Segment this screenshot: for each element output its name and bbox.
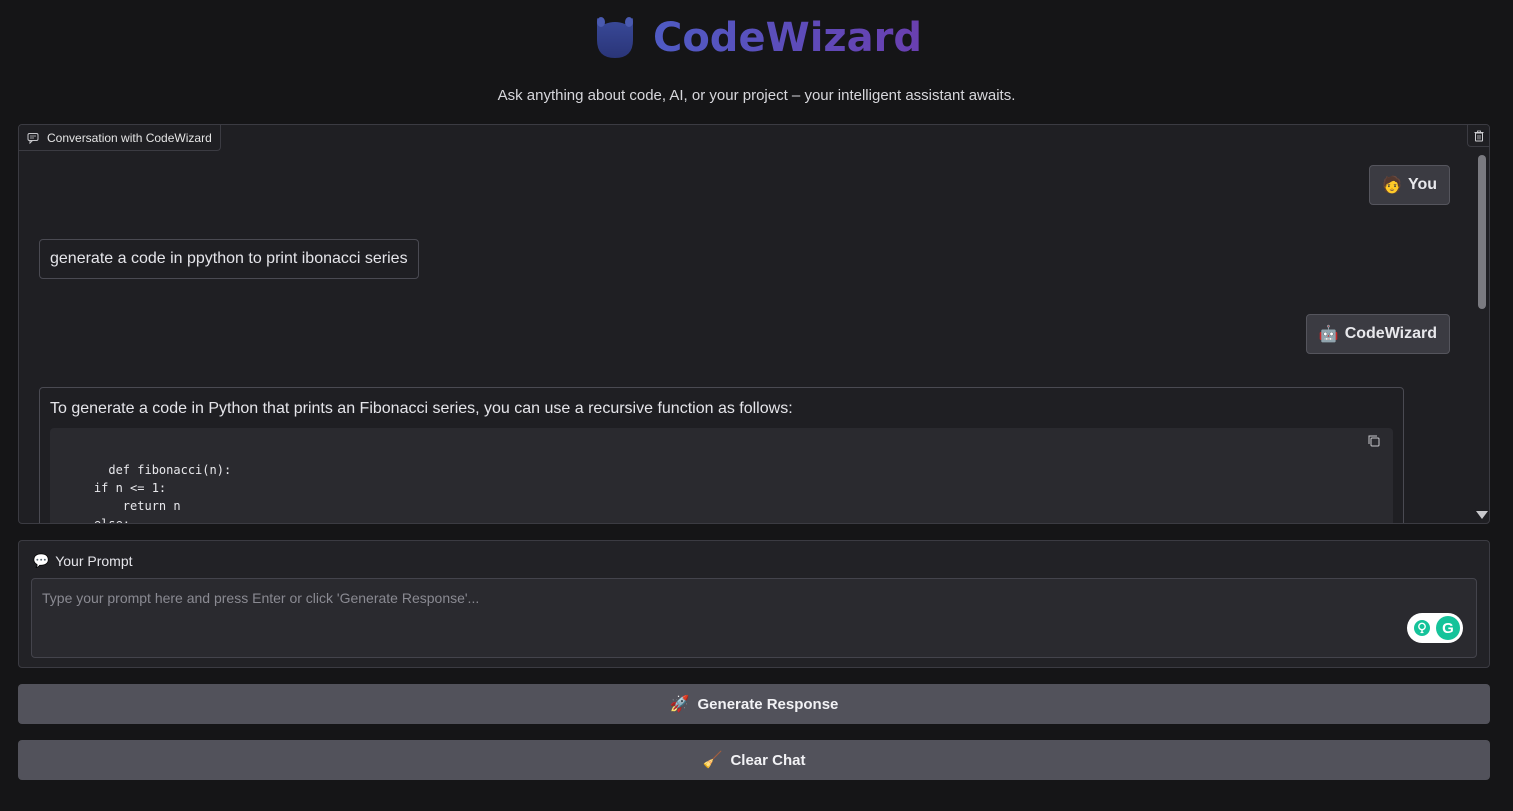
lightbulb-icon[interactable]	[1410, 616, 1434, 640]
grammarly-widget[interactable]: G	[1407, 613, 1463, 643]
user-avatar-icon: 🧑	[1382, 177, 1402, 194]
clear-chat-button[interactable]: 🧹 Clear Chat	[18, 740, 1490, 780]
chat-label-text: Conversation with CodeWizard	[47, 130, 212, 145]
header: CodeWizard Ask anything about code, AI, …	[0, 0, 1513, 120]
chat-label: Conversation with CodeWizard	[19, 125, 221, 151]
rocket-icon: 🚀	[669, 696, 690, 713]
app-subtitle: Ask anything about code, AI, or your pro…	[497, 87, 1016, 104]
code-block: def fibonacci(n): if n <= 1: return n el…	[50, 428, 1393, 524]
bot-message: To generate a code in Python that prints…	[39, 387, 1404, 524]
user-message-text: generate a code in ppython to print ibon…	[50, 250, 408, 267]
user-message: generate a code in ppython to print ibon…	[39, 239, 419, 279]
prompt-panel: 💬 Your Prompt G	[18, 540, 1490, 668]
logo-row: CodeWizard	[0, 14, 1513, 62]
speech-bubble-icon: 💬	[33, 553, 50, 568]
grammarly-icon[interactable]: G	[1436, 616, 1460, 640]
code-text: def fibonacci(n): if n <= 1: return n el…	[93, 463, 232, 524]
user-role-label: You	[1407, 176, 1437, 193]
cat-mascot-icon	[596, 17, 633, 58]
generate-response-label: Generate Response	[697, 695, 839, 713]
generate-response-button[interactable]: 🚀 Generate Response	[18, 684, 1490, 724]
chat-bubble-icon	[27, 132, 39, 144]
bot-avatar-icon: 🤖	[1318, 326, 1339, 343]
bot-message-intro: To generate a code in Python that prints…	[50, 400, 793, 417]
scroll-down-arrow-icon[interactable]	[1476, 511, 1488, 519]
scroll-thumb[interactable]	[1478, 155, 1486, 309]
copy-icon[interactable]	[1367, 434, 1381, 448]
bot-role-badge: 🤖 CodeWizard	[1305, 314, 1450, 354]
broom-icon: 🧹	[702, 752, 723, 769]
prompt-label-text: Your Prompt	[55, 553, 133, 569]
bot-role-label: CodeWizard	[1344, 325, 1437, 342]
prompt-label: 💬 Your Prompt	[33, 553, 133, 569]
user-role-badge: 🧑 You	[1369, 165, 1450, 205]
clear-conversation-button[interactable]	[1467, 125, 1489, 147]
prompt-input[interactable]	[31, 578, 1477, 658]
chat-scrollbar[interactable]	[1476, 151, 1488, 521]
trash-icon	[1474, 130, 1483, 141]
chat-panel[interactable]: Conversation with CodeWizard 🧑 You gener…	[18, 124, 1490, 524]
app-title: CodeWizard	[652, 15, 923, 61]
clear-chat-label: Clear Chat	[730, 751, 806, 769]
